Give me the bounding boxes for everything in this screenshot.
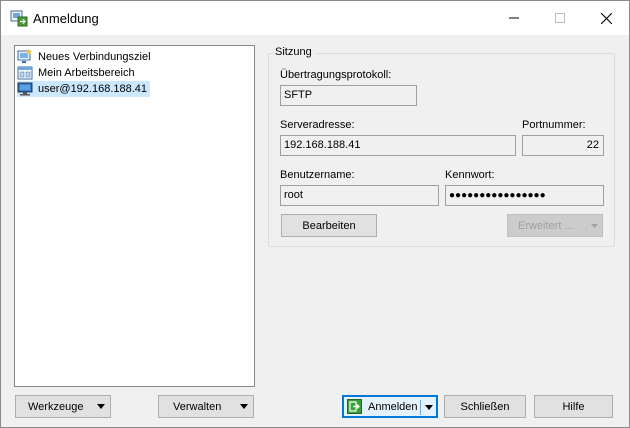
winscp-app-icon: [10, 10, 28, 27]
username-label: Benutzername:: [280, 169, 355, 181]
session-legend: Sitzung: [272, 46, 315, 58]
manage-button[interactable]: Verwalten: [158, 395, 254, 418]
dropdown-arrow-icon: [587, 215, 602, 236]
tree-item-new-site[interactable]: Neues Verbindungsziel: [17, 49, 154, 65]
login-dialog: Anmeldung Neues Verbindungsziel Mein Arb…: [0, 0, 630, 428]
computer-icon: [17, 82, 33, 96]
site-tree[interactable]: Neues Verbindungsziel Mein Arbeitsbereic…: [14, 45, 255, 387]
password-input[interactable]: ●●●●●●●●●●●●●●●●: [445, 185, 604, 206]
port-input[interactable]: 22: [522, 135, 604, 156]
tree-item-label: Mein Arbeitsbereich: [38, 67, 135, 79]
advanced-button-label: Erweitert ...: [518, 219, 574, 232]
password-label: Kennwort:: [445, 169, 495, 181]
login-button[interactable]: Anmelden: [342, 395, 438, 418]
workspace-icon: [17, 66, 33, 80]
close-icon: [600, 12, 612, 24]
dropdown-arrow-icon: [92, 396, 110, 417]
close-button[interactable]: Schließen: [444, 395, 526, 418]
protocol-label: Übertragungsprotokoll:: [280, 69, 392, 81]
window-title: Anmeldung: [33, 11, 99, 26]
maximize-button[interactable]: [537, 1, 583, 35]
host-label: Serveradresse:: [280, 119, 355, 131]
title-bar: Anmeldung: [1, 1, 629, 35]
tree-item-saved-site[interactable]: user@192.168.188.41: [17, 81, 151, 97]
edit-button[interactable]: Bearbeiten: [281, 214, 377, 237]
edit-button-label: Bearbeiten: [302, 219, 356, 232]
help-button[interactable]: Hilfe: [534, 395, 613, 418]
help-button-label: Hilfe: [562, 400, 585, 413]
username-input[interactable]: root: [280, 185, 439, 206]
minimize-button[interactable]: [491, 1, 537, 35]
dropdown-arrow-icon: [235, 396, 253, 417]
login-button-label: Anmelden: [368, 400, 418, 413]
port-label: Portnummer:: [522, 119, 586, 131]
tools-button[interactable]: Werkzeuge: [15, 395, 111, 418]
new-site-icon: [17, 49, 32, 63]
host-input[interactable]: 192.168.188.41: [280, 135, 516, 156]
tools-button-label: Werkzeuge: [28, 400, 84, 413]
maximize-icon: [555, 13, 565, 23]
dropdown-arrow-icon: [421, 397, 436, 418]
manage-button-label: Verwalten: [173, 400, 222, 413]
advanced-button[interactable]: Erweitert ...: [507, 214, 603, 237]
minimize-icon: [509, 17, 519, 19]
tree-item-workspace[interactable]: Mein Arbeitsbereich: [17, 65, 138, 81]
close-window-button[interactable]: [583, 1, 629, 35]
close-button-label: Schließen: [460, 400, 510, 413]
protocol-select[interactable]: SFTP: [280, 85, 417, 106]
tree-item-label: Neues Verbindungsziel: [38, 51, 151, 63]
login-icon: [347, 399, 362, 414]
tree-item-label: user@192.168.188.41: [38, 83, 148, 95]
